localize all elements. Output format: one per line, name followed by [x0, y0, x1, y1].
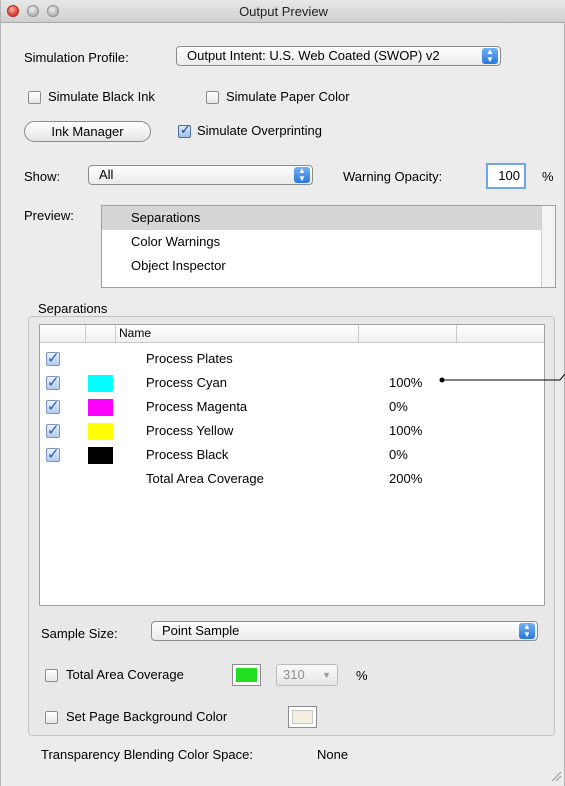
- transparency-label: Transparency Blending Color Space:: [41, 747, 253, 762]
- simulate-black-ink-checkbox[interactable]: [28, 91, 41, 104]
- page-background-checkbox[interactable]: [45, 711, 58, 724]
- show-value: All: [99, 167, 114, 182]
- popup-arrows-icon: ▲ ▼: [294, 167, 310, 183]
- separation-value: 100%: [389, 423, 423, 438]
- simulate-paper-color-label: Simulate Paper Color: [226, 89, 350, 104]
- total-area-coverage-checkbox[interactable]: [45, 669, 58, 682]
- separation-visible-checkbox[interactable]: [46, 373, 60, 391]
- total-area-coverage-label: Total Area Coverage: [66, 667, 184, 682]
- preview-item-label: Object Inspector: [131, 258, 226, 273]
- preview-item-separations[interactable]: Separations: [102, 206, 541, 230]
- column-header-color[interactable]: [86, 325, 116, 342]
- page-background-color-swatch: [292, 710, 313, 724]
- output-preview-window: Output Preview Simulation Profile: Outpu…: [0, 0, 565, 786]
- chevron-down-icon: ▼: [322, 670, 331, 680]
- table-row[interactable]: Process Plates: [40, 347, 544, 371]
- simulate-overprinting-checkbox[interactable]: [178, 123, 191, 138]
- show-label: Show:: [24, 169, 61, 184]
- sample-size-value: Point Sample: [162, 623, 240, 638]
- warning-opacity-label: Warning Opacity:: [343, 169, 443, 184]
- preview-item-color-warnings[interactable]: Color Warnings: [102, 230, 541, 254]
- page-background-label: Set Page Background Color: [66, 709, 228, 724]
- total-area-coverage-value: 310: [283, 667, 305, 682]
- column-header-extra[interactable]: [457, 325, 546, 342]
- total-area-coverage-value-combo[interactable]: 310 ▼: [276, 664, 338, 686]
- separation-visible-checkbox[interactable]: [46, 397, 60, 415]
- resize-grip-icon[interactable]: [550, 770, 562, 782]
- coverage-color-swatch: [236, 668, 257, 682]
- simulate-overprinting-label: Simulate Overprinting: [197, 123, 322, 138]
- ink-manager-button[interactable]: Ink Manager: [24, 121, 151, 142]
- black-swatch: [88, 447, 113, 464]
- page-background-color-well[interactable]: [288, 706, 317, 728]
- separations-group-label: Separations: [38, 301, 108, 316]
- table-row[interactable]: Process Yellow 100%: [40, 419, 544, 443]
- table-row: Total Area Coverage 200%: [40, 467, 544, 491]
- popup-arrows-icon: ▲ ▼: [482, 48, 498, 64]
- popup-arrows-icon: ▲ ▼: [519, 623, 535, 639]
- separation-visible-checkbox[interactable]: [46, 445, 60, 463]
- callout-line: [439, 373, 565, 383]
- sample-size-popup[interactable]: Point Sample ▲ ▼: [151, 621, 538, 641]
- separation-name: Process Cyan: [146, 375, 227, 390]
- separation-value: 0%: [389, 399, 408, 414]
- show-popup[interactable]: All ▲ ▼: [88, 165, 313, 185]
- separation-value: 100%: [389, 375, 423, 390]
- table-row[interactable]: Process Black 0%: [40, 443, 544, 467]
- separation-visible-checkbox[interactable]: [46, 349, 60, 367]
- preview-list-scrollbar[interactable]: [541, 206, 555, 287]
- preview-item-label: Separations: [131, 210, 201, 225]
- preview-list: Separations Color Warnings Object Inspec…: [101, 205, 556, 288]
- simulation-profile-label: Simulation Profile:: [24, 50, 129, 65]
- preview-item-label: Color Warnings: [131, 234, 221, 249]
- separation-value: 200%: [389, 471, 423, 486]
- total-area-coverage-color-well[interactable]: [232, 664, 261, 686]
- cyan-swatch: [88, 375, 113, 392]
- transparency-value: None: [317, 747, 349, 762]
- separation-name: Process Black: [146, 447, 229, 462]
- title-bar[interactable]: Output Preview: [1, 0, 565, 23]
- window-title: Output Preview: [239, 4, 328, 19]
- simulate-black-ink-label: Simulate Black Ink: [48, 89, 155, 104]
- simulation-profile-popup[interactable]: Output Intent: U.S. Web Coated (SWOP) v2…: [176, 46, 501, 66]
- sample-size-label: Sample Size:: [41, 626, 118, 641]
- simulation-profile-value: Output Intent: U.S. Web Coated (SWOP) v2: [187, 48, 440, 63]
- separation-name: Process Magenta: [146, 399, 248, 414]
- separations-table: Name Process Plates Process Cyan 100% Pr…: [39, 324, 545, 606]
- separation-name: Process Plates: [146, 351, 233, 366]
- preview-item-object-inspector[interactable]: Object Inspector: [102, 254, 541, 278]
- separations-table-header: Name: [40, 325, 544, 343]
- yellow-swatch: [88, 423, 113, 440]
- column-header-check[interactable]: [40, 325, 86, 342]
- warning-opacity-field[interactable]: 100: [486, 163, 526, 189]
- preview-label: Preview:: [24, 208, 74, 223]
- separation-name: Process Yellow: [146, 423, 234, 438]
- magenta-swatch: [88, 399, 113, 416]
- separation-name: Total Area Coverage: [146, 471, 264, 486]
- separation-visible-checkbox[interactable]: [46, 421, 60, 439]
- column-header-name[interactable]: Name: [116, 325, 359, 342]
- simulate-paper-color-checkbox[interactable]: [206, 91, 219, 104]
- warning-opacity-unit: %: [542, 169, 554, 184]
- column-header-value[interactable]: [359, 325, 457, 342]
- separation-value: 0%: [389, 447, 408, 462]
- table-row[interactable]: Process Magenta 0%: [40, 395, 544, 419]
- total-area-coverage-unit: %: [356, 668, 368, 683]
